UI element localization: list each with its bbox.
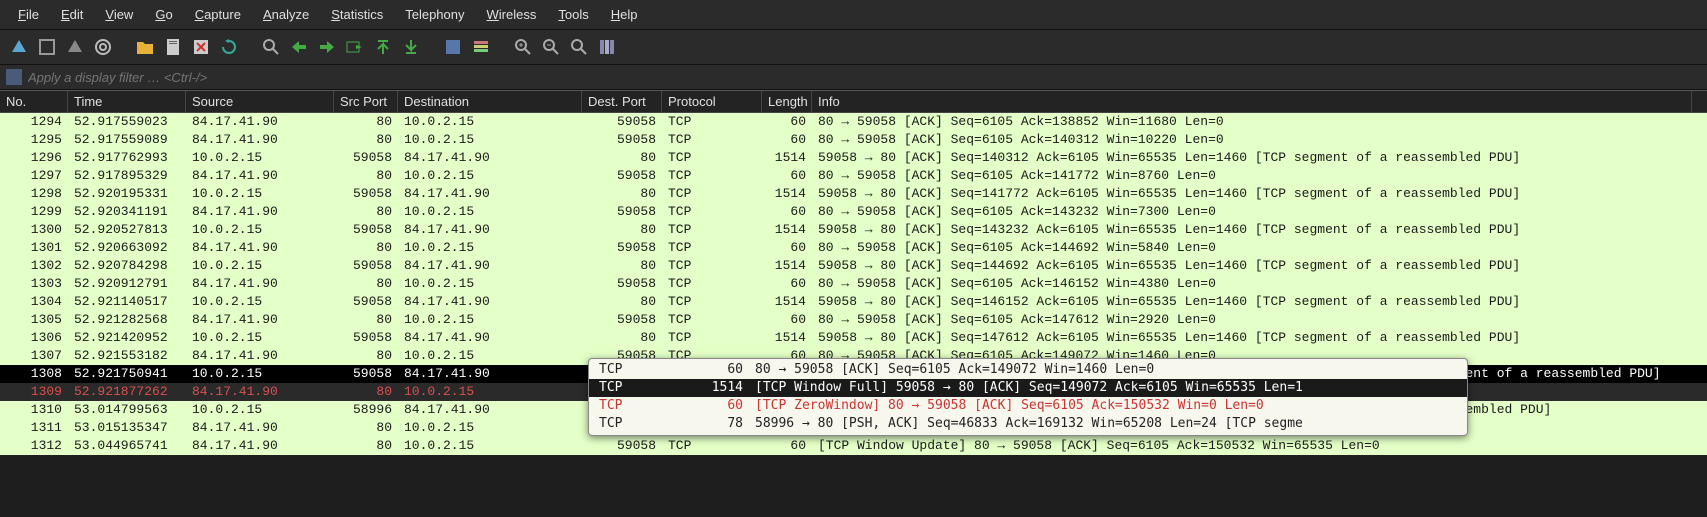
menu-edit[interactable]: Edit [51,4,93,25]
packet-row[interactable]: 129452.91755902384.17.41.908010.0.2.1559… [0,113,1707,131]
open-file-icon[interactable] [134,36,156,58]
save-file-icon[interactable] [162,36,184,58]
packet-list-header: No. Time Source Src Port Destination Des… [0,90,1707,113]
menu-go[interactable]: Go [145,4,182,25]
packet-tooltip: TCP6080 → 59058 [ACK] Seq=6105 Ack=14907… [588,358,1468,436]
column-src-port[interactable]: Src Port [334,91,398,112]
menu-telephony[interactable]: Telephony [395,4,474,25]
packet-row[interactable]: 130352.92091279184.17.41.908010.0.2.1559… [0,275,1707,293]
column-info[interactable]: Info [812,91,1692,112]
packet-list[interactable]: 129452.91755902384.17.41.908010.0.2.1559… [0,113,1707,455]
packet-row[interactable]: 130552.92128256884.17.41.908010.0.2.1559… [0,311,1707,329]
packet-row[interactable]: 130252.92078429810.0.2.155905884.17.41.9… [0,257,1707,275]
packet-row[interactable]: 130152.92066309284.17.41.908010.0.2.1559… [0,239,1707,257]
find-icon[interactable] [260,36,282,58]
toolbar [0,30,1707,65]
column-no[interactable]: No. [0,91,68,112]
close-file-icon[interactable] [190,36,212,58]
bookmark-icon[interactable] [6,69,22,85]
go-back-icon[interactable] [288,36,310,58]
packet-row[interactable]: 130652.92142095210.0.2.155905884.17.41.9… [0,329,1707,347]
column-dest-port[interactable]: Dest. Port [582,91,662,112]
menu-statistics[interactable]: Statistics [321,4,393,25]
menu-help[interactable]: Help [601,4,648,25]
menu-analyze[interactable]: Analyze [253,4,319,25]
column-protocol[interactable]: Protocol [662,91,762,112]
column-length[interactable]: Length [762,91,812,112]
packet-row[interactable]: 130052.92052781310.0.2.155905884.17.41.9… [0,221,1707,239]
column-time[interactable]: Time [68,91,186,112]
capture-options-icon[interactable] [92,36,114,58]
auto-scroll-icon[interactable] [442,36,464,58]
reload-icon[interactable] [218,36,240,58]
tooltip-row: TCP60[TCP ZeroWindow] 80 → 59058 [ACK] S… [589,397,1467,415]
packet-row[interactable]: 131253.04496574184.17.41.908010.0.2.1559… [0,437,1707,455]
menubar: File Edit View Go Capture Analyze Statis… [0,0,1707,30]
go-last-icon[interactable] [400,36,422,58]
colorize-icon[interactable] [470,36,492,58]
tooltip-row: TCP6080 → 59058 [ACK] Seq=6105 Ack=14907… [589,361,1467,379]
zoom-in-icon[interactable] [512,36,534,58]
go-to-packet-icon[interactable] [344,36,366,58]
zoom-out-icon[interactable] [540,36,562,58]
go-first-icon[interactable] [372,36,394,58]
packet-row[interactable]: 129852.92019533110.0.2.155905884.17.41.9… [0,185,1707,203]
menu-view[interactable]: View [95,4,143,25]
start-capture-icon[interactable] [8,36,30,58]
packet-row[interactable]: 130452.92114051710.0.2.155905884.17.41.9… [0,293,1707,311]
menu-tools[interactable]: Tools [548,4,598,25]
packet-row[interactable]: 129752.91789532984.17.41.908010.0.2.1559… [0,167,1707,185]
display-filter-input[interactable] [28,70,1701,85]
menu-wireless[interactable]: Wireless [477,4,547,25]
packet-row[interactable]: 129552.91755908984.17.41.908010.0.2.1559… [0,131,1707,149]
go-forward-icon[interactable] [316,36,338,58]
packet-row[interactable]: 129952.92034119184.17.41.908010.0.2.1559… [0,203,1707,221]
menu-file[interactable]: File [8,4,49,25]
stop-capture-icon[interactable] [36,36,58,58]
tooltip-row: TCP7858996 → 80 [PSH, ACK] Seq=46833 Ack… [589,415,1467,433]
menu-capture[interactable]: Capture [185,4,251,25]
restart-capture-icon[interactable] [64,36,86,58]
tooltip-row: TCP1514[TCP Window Full] 59058 → 80 [ACK… [589,379,1467,397]
column-source[interactable]: Source [186,91,334,112]
column-destination[interactable]: Destination [398,91,582,112]
resize-columns-icon[interactable] [596,36,618,58]
packet-row[interactable]: 129652.91776299310.0.2.155905884.17.41.9… [0,149,1707,167]
zoom-reset-icon[interactable] [568,36,590,58]
filter-bar [0,65,1707,90]
